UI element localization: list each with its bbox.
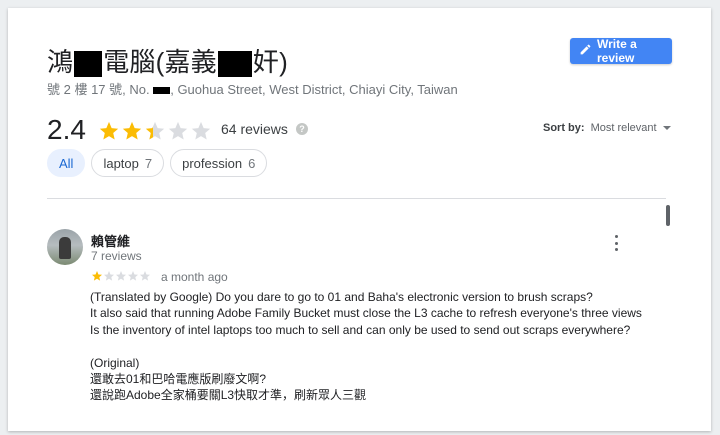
filter-chip-profession[interactable]: profession 6 xyxy=(170,149,268,177)
sort-value: Most relevant xyxy=(590,122,657,134)
filter-chip-all[interactable]: All xyxy=(47,149,86,177)
divider xyxy=(47,198,666,199)
redaction xyxy=(74,51,103,78)
review-author[interactable]: 賴管維 xyxy=(91,231,130,250)
author-review-count: 7 reviews xyxy=(91,249,142,263)
star-icon xyxy=(140,271,150,281)
scrollbar[interactable] xyxy=(665,201,671,398)
help-icon[interactable]: ? xyxy=(296,123,308,135)
star-icon xyxy=(99,121,119,140)
redaction xyxy=(217,51,252,78)
pencil-icon xyxy=(579,43,592,59)
redaction xyxy=(153,87,171,95)
reviews-panel: 鴻電腦(嘉義 奸) 號 2 樓 17 號, No. , Guohua Street… xyxy=(8,8,711,431)
avatar[interactable] xyxy=(47,229,83,265)
star-icon xyxy=(145,121,165,140)
star-icon xyxy=(168,121,188,140)
place-title: 鴻電腦(嘉義 奸) xyxy=(47,47,288,78)
place-address: 號 2 樓 17 號, No. , Guohua Street, West Di… xyxy=(47,82,458,97)
star-icon xyxy=(104,271,114,281)
review-count: 64 reviews xyxy=(221,121,288,137)
scrollbar-thumb[interactable] xyxy=(666,205,670,226)
review-date: a month ago xyxy=(161,270,228,284)
review-stars xyxy=(91,270,151,282)
star-icon xyxy=(191,121,211,140)
sort-dropdown[interactable]: Sort by: Most relevant xyxy=(543,122,671,134)
star-icon xyxy=(122,121,142,140)
topic-filters: All laptop 7 profession 6 xyxy=(47,149,268,177)
more-options-icon[interactable] xyxy=(612,235,620,251)
star-icon xyxy=(128,271,138,281)
filter-chip-laptop[interactable]: laptop 7 xyxy=(91,149,165,177)
star-icon xyxy=(116,271,126,281)
rating-stars xyxy=(98,120,212,142)
write-review-button[interactable]: Write a review xyxy=(570,37,672,65)
review-text: (Translated by Google) Do you dare to go… xyxy=(90,290,642,403)
average-rating: 2.4 xyxy=(47,114,86,145)
caret-down-icon xyxy=(662,126,671,130)
star-icon xyxy=(92,271,102,281)
